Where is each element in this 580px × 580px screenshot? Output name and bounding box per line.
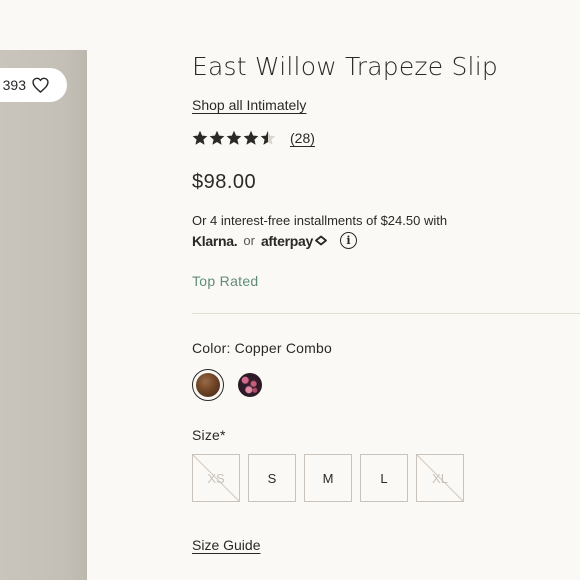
star-icon [243,130,259,145]
shop-collection-link[interactable]: Shop all Intimately [192,97,306,113]
divider [192,313,580,314]
or-text: or [243,233,255,248]
klarna-logo: Klarna. [192,232,238,249]
size-options: XS S M L XL [192,454,464,502]
star-icon [209,130,225,145]
installments-text: Or 4 interest-free installments of $24.5… [192,213,448,228]
info-icon[interactable]: i [340,232,358,249]
swatch-floral-fill [238,373,262,397]
size-l-button[interactable]: L [360,454,408,502]
size-label-xs: XS [207,470,225,486]
size-m-button[interactable]: M [304,454,352,502]
product-price: $98.00 [192,171,257,193]
size-xl-button[interactable]: XL [416,454,464,502]
heart-icon [32,77,49,93]
size-label-m: M [322,470,334,486]
size-label-xl: XL [432,470,448,486]
star-rating [192,130,276,146]
afterpay-logo: afterpay [261,233,328,249]
review-count-link[interactable]: (28) [290,130,315,146]
size-label-l: L [380,470,388,486]
size-guide-link[interactable]: Size Guide [192,537,260,553]
wishlist-button[interactable]: 393 [0,68,67,102]
swatch-floral[interactable] [234,369,266,401]
wishlist-count: 393 [2,77,26,93]
size-label: Size* [192,427,226,443]
star-icon [192,130,208,145]
size-xs-button[interactable]: XS [192,454,240,502]
swatch-copper-combo[interactable] [192,369,224,401]
swatch-copper-fill [196,373,220,397]
size-s-button[interactable]: S [248,454,296,502]
rating-row: (28) [192,130,315,146]
afterpay-label: afterpay [260,232,314,249]
product-image-panel[interactable] [0,50,87,580]
star-icon [226,130,242,145]
star-icon [260,130,276,145]
color-label: Color: Copper Combo [192,340,332,356]
afterpay-arrow-icon [315,235,327,246]
payment-options: Klarna. or afterpay i [192,232,358,249]
product-title: East Willow Trapeze Slip [192,52,498,81]
color-swatches [192,369,266,401]
size-label-s: S [267,470,277,486]
top-rated-badge: Top Rated [192,273,259,289]
